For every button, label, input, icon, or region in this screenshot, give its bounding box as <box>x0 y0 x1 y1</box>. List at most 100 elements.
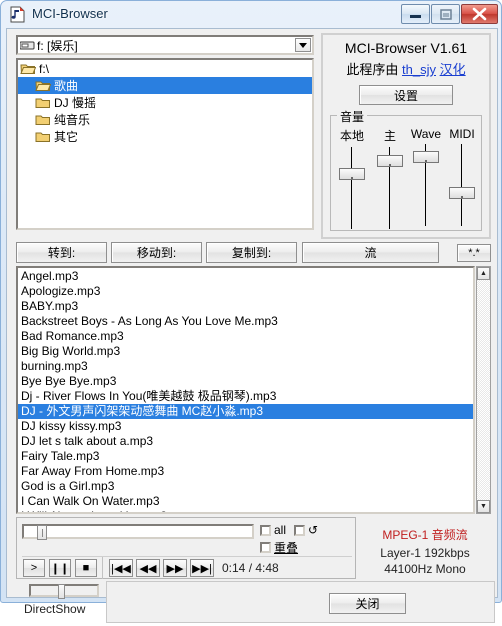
file-list-scrollbar[interactable]: ▲ ▼ <box>476 266 491 514</box>
app-icon <box>9 6 26 23</box>
slider-track-area[interactable] <box>337 147 367 229</box>
list-item[interactable]: Bye Bye Bye.mp3 <box>18 374 473 389</box>
folder-open-icon <box>35 79 51 92</box>
goto-button[interactable]: 转到: <box>16 242 107 263</box>
tree-item-songs[interactable]: 歌曲 <box>18 77 312 94</box>
list-item[interactable]: Angel.mp3 <box>18 269 473 284</box>
list-item[interactable]: Far Away From Home.mp3 <box>18 464 473 479</box>
slider-track-area[interactable] <box>411 144 441 226</box>
tree-item-label: DJ 慢摇 <box>54 94 96 111</box>
slider-track-area[interactable] <box>375 147 405 229</box>
about-panel: MCI-Browser V1.61 此程序由 th_sjy 汉化 设置 音量 本… <box>321 33 491 239</box>
credit-suffix: 汉化 <box>440 62 466 77</box>
checkbox-all[interactable]: all <box>260 523 286 537</box>
app-window: MCI-Browser f: [娱乐] <box>0 0 502 603</box>
first-track-button[interactable]: |◀◀ <box>109 559 133 577</box>
list-item[interactable]: Backstreet Boys - As Long As You Love Me… <box>18 314 473 329</box>
repeat-icon: ↺ <box>308 523 318 537</box>
slider-label: 主 <box>371 127 409 144</box>
window-title: MCI-Browser <box>32 6 108 21</box>
list-item[interactable]: Fairy Tale.mp3 <box>18 449 473 464</box>
list-item[interactable]: Dj - River Flows In You(唯美越鼓 极品钢琴).mp3 <box>18 389 473 404</box>
main-content: f: [娱乐] f:\ <box>6 28 498 598</box>
folder-icon <box>35 96 51 109</box>
list-item[interactable]: Apologize.mp3 <box>18 284 473 299</box>
file-filter-button[interactable]: *.* <box>457 244 491 262</box>
list-item-selected[interactable]: DJ - 外文男声闪架架动感舞曲 MC赵小淼.mp3 <box>18 404 473 419</box>
file-list[interactable]: Angel.mp3 Apologize.mp3 BABY.mp3 Backstr… <box>16 266 475 514</box>
tree-item-instrumental[interactable]: 纯音乐 <box>18 111 312 128</box>
move-to-button[interactable]: 移动到: <box>111 242 202 263</box>
minimize-button[interactable] <box>401 4 430 24</box>
folder-icon <box>35 130 51 143</box>
slider-thumb[interactable] <box>339 168 365 180</box>
pause-button[interactable]: ❙❙ <box>49 559 71 577</box>
last-track-button[interactable]: ▶▶| <box>190 559 214 577</box>
checkbox-label: all <box>274 523 286 537</box>
folder-icon <box>35 113 51 126</box>
list-item[interactable]: I Can Walk On Water.mp3 <box>18 494 473 509</box>
list-item[interactable]: DJ kissy kissy.mp3 <box>18 419 473 434</box>
credit-prefix: 此程序由 <box>346 62 398 77</box>
tree-item-label: 其它 <box>54 128 78 145</box>
volume-slider-master: 主 <box>371 127 409 229</box>
list-item[interactable]: Big Big World.mp3 <box>18 344 473 359</box>
time-display: 0:14 / 4:48 <box>222 561 279 575</box>
list-item[interactable]: Bad Romance.mp3 <box>18 329 473 344</box>
rewind-button[interactable]: ◀◀ <box>136 559 160 577</box>
translator-link[interactable]: th_sjy <box>402 62 436 77</box>
scroll-down-icon[interactable]: ▼ <box>477 500 490 513</box>
engine-slider[interactable] <box>29 584 99 597</box>
tree-item-other[interactable]: 其它 <box>18 128 312 145</box>
slider-track <box>461 144 462 226</box>
forward-button[interactable]: ▶▶ <box>163 559 187 577</box>
folder-tree[interactable]: f:\ 歌曲 DJ 慢摇 <box>16 58 314 230</box>
stop-button[interactable]: ■ <box>75 559 97 577</box>
tree-item-dj[interactable]: DJ 慢摇 <box>18 94 312 111</box>
tree-item-label: 歌曲 <box>54 77 78 94</box>
checkbox-box[interactable] <box>260 542 271 553</box>
chevron-down-icon[interactable] <box>295 38 311 52</box>
close-button[interactable]: 关闭 <box>329 593 406 614</box>
seek-slider[interactable] <box>22 524 254 539</box>
translator-credit: 此程序由 th_sjy 汉化 <box>323 59 489 78</box>
settings-button[interactable]: 设置 <box>359 85 453 105</box>
stream-button[interactable]: 流 <box>302 242 439 263</box>
slider-track <box>351 147 352 229</box>
volume-group-label: 音量 <box>337 108 367 125</box>
slider-track-area[interactable] <box>447 144 477 226</box>
seek-thumb[interactable] <box>37 525 47 540</box>
copy-to-button[interactable]: 复制到: <box>206 242 297 263</box>
play-button[interactable]: > <box>23 559 45 577</box>
list-item[interactable]: God is a Girl.mp3 <box>18 479 473 494</box>
tree-item-root[interactable]: f:\ <box>18 60 312 77</box>
scroll-up-icon[interactable]: ▲ <box>477 267 490 280</box>
folder-open-icon <box>20 62 36 75</box>
slider-thumb[interactable] <box>377 155 403 167</box>
checkbox-box[interactable] <box>260 525 271 536</box>
list-item[interactable]: I Will Always Love You.mp3 <box>18 509 473 514</box>
checkbox-overlay[interactable]: 重叠 <box>260 539 298 556</box>
engine-label: DirectShow <box>24 602 85 616</box>
slider-label: Wave <box>407 127 445 141</box>
list-item[interactable]: DJ let s talk about a.mp3 <box>18 434 473 449</box>
bottom-panel: 关闭 <box>107 581 495 623</box>
drive-icon <box>20 40 35 51</box>
scrollbar-track[interactable] <box>477 280 490 500</box>
slider-thumb[interactable] <box>413 151 439 163</box>
slider-thumb[interactable] <box>449 187 475 199</box>
title-bar: MCI-Browser <box>1 1 501 28</box>
checkbox-repeat[interactable]: ↺ <box>294 523 318 537</box>
drive-select[interactable]: f: [娱乐] <box>16 35 314 55</box>
checkbox-box[interactable] <box>294 525 305 536</box>
bottom-bar: DirectShow 关闭 <box>8 581 496 626</box>
maximize-button[interactable] <box>431 4 460 24</box>
list-item[interactable]: BABY.mp3 <box>18 299 473 314</box>
close-window-button[interactable] <box>461 4 498 24</box>
volume-slider-midi: MIDI <box>443 127 481 226</box>
app-version-title: MCI-Browser V1.61 <box>323 40 489 56</box>
engine-slider-thumb[interactable] <box>58 584 65 599</box>
list-item[interactable]: burning.mp3 <box>18 359 473 374</box>
drive-label: f: [娱乐] <box>37 37 78 54</box>
divider <box>22 556 352 557</box>
